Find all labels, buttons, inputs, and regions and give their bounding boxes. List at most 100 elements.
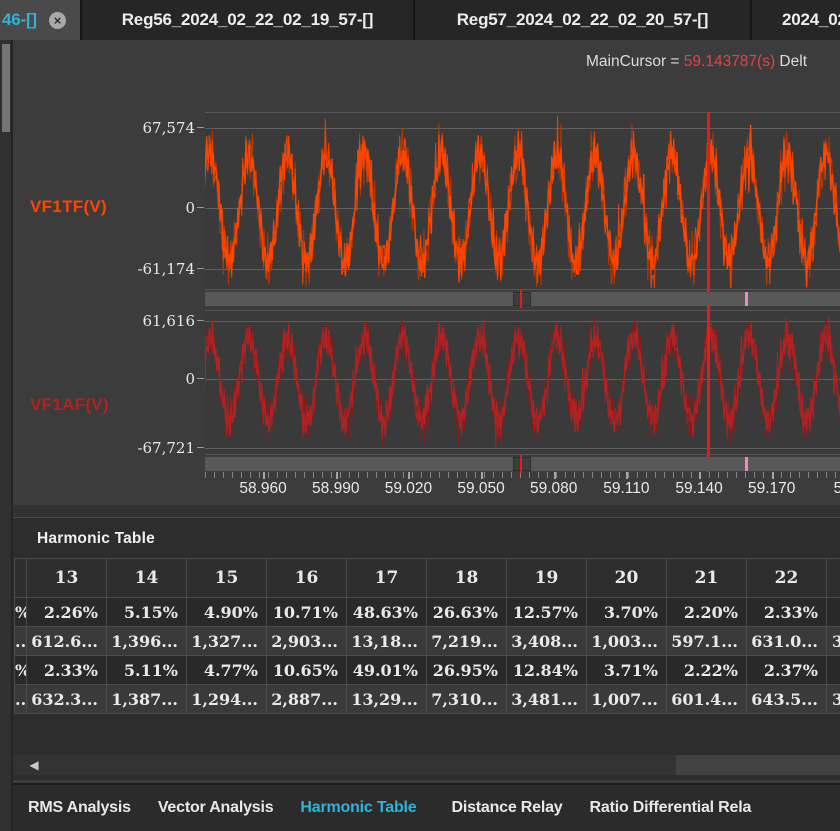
y-tick-label: 0: [45, 370, 195, 388]
y-tick-mark: [197, 207, 204, 208]
x-major-tick: [408, 472, 410, 479]
waveform-trace-vf1af(v): [205, 311, 840, 455]
harmonic-cell: 12.57%: [507, 598, 587, 627]
harmonic-column-header: 16: [267, 559, 347, 598]
harmonic-cell: 3,: [827, 685, 840, 714]
harmonic-cell: 632.3...: [27, 685, 107, 714]
harmonic-table-panel: Harmonic Table 13141516171819202122%2.26…: [13, 517, 840, 780]
harmonic-column-header: 20: [587, 559, 667, 598]
harmonic-column-header: 17: [347, 559, 427, 598]
vertical-scrollbar-thumb[interactable]: [2, 44, 10, 132]
harmonic-cell: 597.1...: [667, 627, 747, 656]
tab-label: 46-[]: [2, 10, 37, 30]
scroll-left-icon[interactable]: ◀: [19, 755, 49, 775]
harmonic-cell: 10.65%: [267, 656, 347, 685]
x-major-tick: [772, 472, 774, 479]
x-tick-label: 59.080: [530, 480, 577, 498]
harmonic-cell: 48.63%: [347, 598, 427, 627]
y-tick-label: -61,174: [45, 260, 195, 278]
x-tick-label: 59.140: [675, 480, 722, 498]
harmonic-cell: 3,481...: [507, 685, 587, 714]
harmonic-column-header: 14: [107, 559, 187, 598]
harmonic-cell: ..: [15, 627, 27, 656]
x-tick-label: 59.050: [457, 480, 504, 498]
y-tick-label: 61,616: [45, 312, 195, 330]
channel-label-vf1af: VF1AF(V): [30, 395, 109, 415]
harmonic-cell: 2.22%: [667, 656, 747, 685]
file-tab-bar: 46-[] × Reg56_2024_02_22_02_19_57-[] Reg…: [0, 0, 840, 40]
waveform-plot-vf1tf[interactable]: [205, 112, 840, 290]
harmonic-cell: 631.0...: [747, 627, 827, 656]
harmonic-cell: 4.77%: [187, 656, 267, 685]
harmonic-cell: 10.71%: [267, 598, 347, 627]
harmonic-cell: 3.71%: [587, 656, 667, 685]
x-tick-label: 59.170: [748, 480, 795, 498]
tab-distance-relay[interactable]: Distance Relay: [451, 799, 562, 817]
waveform-plot-vf1af[interactable]: [205, 310, 840, 455]
waveform-polyline: [205, 116, 840, 288]
cursor-readout: MainCursor = 59.143787(s) Delt: [586, 50, 840, 74]
overview-scrollbar-2[interactable]: [205, 457, 840, 471]
harmonic-cell: 1,007...: [587, 685, 667, 714]
vertical-scrollbar[interactable]: [0, 40, 13, 831]
harmonic-table: 13141516171819202122%2.26%5.15%4.90%10.7…: [14, 558, 840, 714]
tab-2024[interactable]: 2024_02: [752, 0, 840, 40]
close-icon[interactable]: ×: [49, 12, 66, 29]
x-tick-label: 59.110: [603, 480, 649, 498]
tab-ratio-differential-relay[interactable]: Ratio Differential Rela: [590, 799, 752, 817]
harmonic-cell: 2.33%: [27, 656, 107, 685]
waveform-polyline: [205, 316, 840, 448]
harmonic-cell: 4.90%: [187, 598, 267, 627]
harmonic-cell: 3,: [827, 627, 840, 656]
y-tick-mark: [197, 320, 204, 321]
overview-marker-pink: [745, 292, 748, 306]
harmonic-cell: 643.5...: [747, 685, 827, 714]
horizontal-scrollbar-thumb[interactable]: [676, 755, 840, 775]
overview-cursor-mark: [520, 290, 522, 308]
x-axis-labels: 58.960 58.990 59.020 59.050 59.080 59.110 59.1…: [205, 480, 840, 504]
x-major-tick: [699, 472, 701, 479]
tab-reg56[interactable]: Reg56_2024_02_22_02_19_57-[]: [82, 0, 415, 40]
x-axis-ticks: [205, 472, 840, 478]
tab-rms-analysis[interactable]: RMS Analysis: [28, 799, 131, 817]
overview-marker-pink: [745, 457, 748, 471]
harmonic-cell: 7,310...: [427, 685, 507, 714]
app-window: 46-[] × Reg56_2024_02_22_02_19_57-[] Reg…: [0, 0, 840, 831]
harmonic-cell: 612.6...: [27, 627, 107, 656]
x-major-tick: [554, 472, 556, 479]
harmonic-cell: 49.01%: [347, 656, 427, 685]
overview-scrollbar-1[interactable]: [205, 292, 840, 306]
x-major-tick: [481, 472, 483, 479]
harmonic-cell: 3,408...: [507, 627, 587, 656]
tab-active-file[interactable]: 46-[] ×: [0, 0, 82, 40]
horizontal-scrollbar[interactable]: ◀: [13, 755, 840, 775]
harmonic-cell: 12.84%: [507, 656, 587, 685]
y-tick-mark: [197, 268, 204, 269]
harmonic-cell: 2,903...: [267, 627, 347, 656]
harmonic-cell: 2.37%: [747, 656, 827, 685]
x-tick-label: 58.960: [239, 480, 286, 498]
harmonic-column-header: 15: [187, 559, 267, 598]
tab-harmonic-table[interactable]: Harmonic Table: [300, 799, 416, 817]
panel-divider: [13, 505, 840, 517]
harmonic-cell: 2.20%: [667, 598, 747, 627]
y-tick-mark: [197, 127, 204, 128]
x-tick-label: 58.990: [312, 480, 359, 498]
harmonic-cell: [827, 656, 840, 685]
x-major-tick: [626, 472, 628, 479]
harmonic-cell: 2.26%: [27, 598, 107, 627]
overview-window-box[interactable]: [513, 292, 531, 306]
x-tick-label: 59.: [834, 480, 840, 498]
x-tick-label: 59.020: [385, 480, 432, 498]
harmonic-cell: 13,29...: [347, 685, 427, 714]
tab-reg57[interactable]: Reg57_2024_02_22_02_20_57-[]: [415, 0, 752, 40]
harmonic-column-header: [827, 559, 840, 598]
analysis-tab-bar: RMS Analysis Vector Analysis Harmonic Ta…: [13, 783, 840, 831]
tab-vector-analysis[interactable]: Vector Analysis: [158, 799, 274, 817]
harmonic-cell: 1,327...: [187, 627, 267, 656]
harmonic-column-header: 18: [427, 559, 507, 598]
y-tick-label: 67,574: [45, 119, 195, 137]
y-tick-mark: [197, 447, 204, 448]
overview-window-box[interactable]: [513, 457, 531, 471]
harmonic-cell: 2,887...: [267, 685, 347, 714]
